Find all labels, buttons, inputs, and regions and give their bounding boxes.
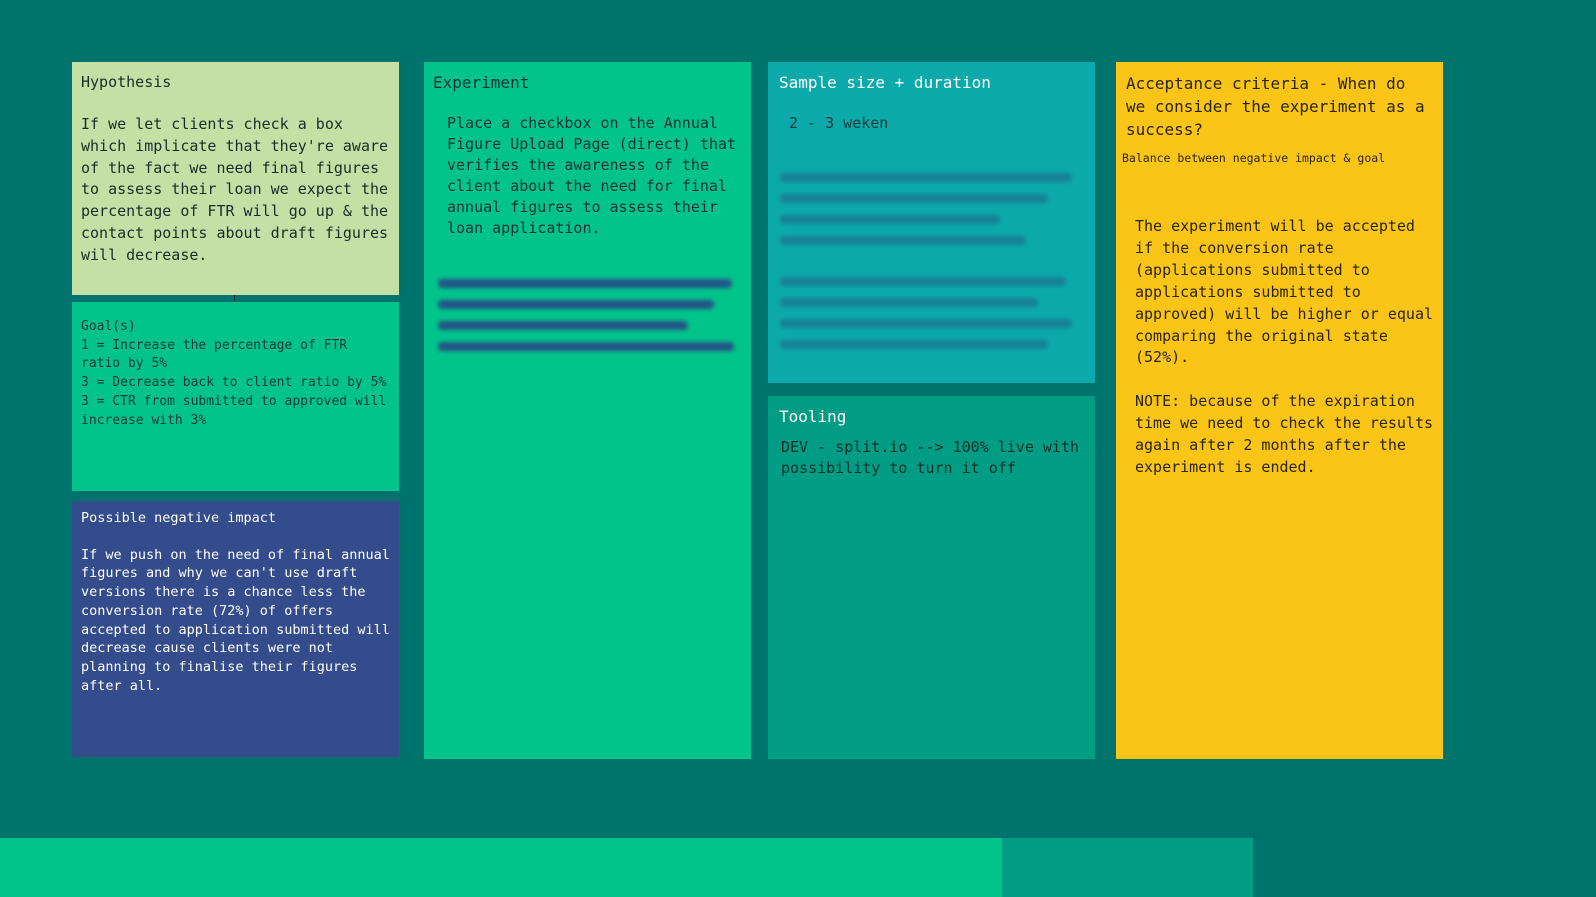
redacted-line [780, 173, 1072, 182]
redacted-line [780, 194, 1048, 203]
tooling-text: DEV - split.io --> 100% live with possib… [781, 438, 1089, 477]
goals-text: 1 = Increase the percentage of FTR ratio… [81, 337, 387, 428]
goals-title: Goal(s) [81, 319, 136, 334]
hypothesis-title: Hypothesis [81, 73, 172, 91]
redacted-line [780, 340, 1048, 349]
experiment-card[interactable]: Experiment Place a checkbox on the Annua… [424, 62, 751, 759]
acceptance-criteria-card[interactable]: Acceptance criteria - When do we conside… [1116, 62, 1443, 759]
redacted-line [780, 236, 1026, 245]
hypothesis-text: If we let clients check a box which impl… [81, 115, 398, 264]
redacted-line [438, 342, 734, 351]
acceptance-title: Acceptance criteria - When do we conside… [1126, 74, 1435, 139]
redacted-line [438, 279, 732, 288]
redacted-line [438, 321, 688, 330]
negative-impact-title: Possible negative impact [81, 510, 277, 526]
tooling-card[interactable]: Tooling DEV - split.io --> 100% live wit… [768, 396, 1095, 759]
sample-size-card[interactable]: Sample size + duration 2 - 3 weken [768, 62, 1095, 383]
acceptance-text: The experiment will be accepted if the c… [1135, 217, 1434, 476]
redacted-line [780, 215, 1000, 224]
redacted-line [780, 319, 1072, 328]
negative-impact-card[interactable]: Possible negative impact If we push on t… [72, 501, 399, 757]
experiment-title: Experiment [433, 73, 530, 92]
tooling-title: Tooling [779, 407, 847, 426]
redacted-line [780, 277, 1066, 286]
goals-card[interactable]: Goal(s) 1 = Increase the percentage of F… [72, 302, 399, 491]
bottom-panel-green [0, 838, 1002, 897]
bottom-panel-teal [1253, 838, 1443, 897]
redacted-line [780, 298, 1038, 307]
experiment-text: Place a checkbox on the Annual Figure Up… [447, 114, 746, 237]
card-connector [234, 295, 235, 301]
negative-impact-text: If we push on the need of final annual f… [81, 546, 398, 694]
acceptance-subtitle: Balance between negative impact & goal [1122, 151, 1386, 165]
hypothesis-card[interactable]: Hypothesis If we let clients check a box… [72, 62, 399, 295]
bottom-panel-dark-green [1002, 838, 1253, 897]
sample-size-title: Sample size + duration [779, 73, 991, 92]
sample-size-text: 2 - 3 weken [789, 114, 889, 132]
redacted-line [438, 300, 714, 309]
